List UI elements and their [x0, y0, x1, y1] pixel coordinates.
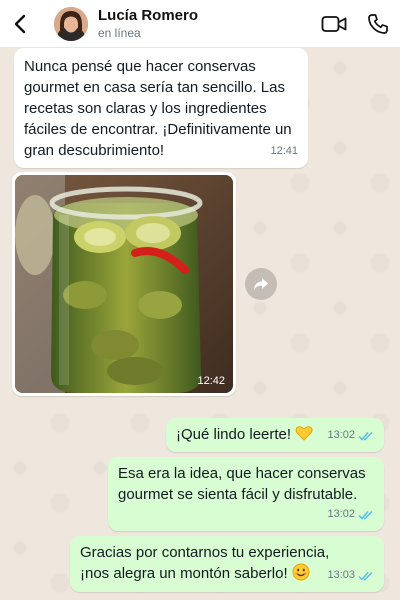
contact-name: Lucía Romero: [98, 6, 199, 24]
contact-status: en línea: [98, 25, 141, 40]
yellow-heart-emoji: [295, 426, 313, 441]
message-outgoing[interactable]: ¡Qué lindo leerte! 13:02: [166, 418, 384, 452]
video-call-button[interactable]: [312, 0, 356, 48]
message-incoming[interactable]: Nunca pensé que hacer conservas gourmet …: [14, 48, 308, 168]
message-text: ¡Qué lindo leerte!: [176, 426, 292, 443]
forward-button[interactable]: [245, 268, 277, 300]
forward-icon: [254, 278, 268, 290]
voice-call-button[interactable]: [356, 0, 400, 48]
message-meta: 13:03: [327, 565, 374, 586]
message-meta: 13:02: [327, 504, 374, 525]
read-ticks-icon: [358, 431, 373, 441]
message-text: Nunca pensé que hacer conservas gourmet …: [24, 58, 292, 159]
message-outgoing[interactable]: Gracias por contarnos tu experiencia, ¡n…: [70, 536, 384, 592]
message-image[interactable]: 12:42: [12, 172, 236, 396]
message-time: 13:02: [327, 508, 355, 520]
message-time: 12:41: [270, 145, 298, 157]
phone-icon: [368, 13, 388, 34]
read-ticks-icon: [358, 510, 373, 520]
read-ticks-icon: [358, 571, 373, 581]
smiling-face-emoji: [292, 563, 310, 581]
chevron-left-icon: [14, 14, 26, 33]
message-text-wrap: Gracias por contarnos tu experiencia, ¡n…: [80, 542, 340, 584]
avatar[interactable]: [54, 6, 88, 41]
contact-info[interactable]: Lucía Romero en línea: [98, 7, 312, 41]
message-time: 13:03: [327, 569, 355, 581]
video-camera-icon: [321, 15, 347, 32]
message-meta: 13:02: [327, 425, 374, 446]
chat-header: Lucía Romero en línea: [0, 0, 400, 48]
message-time: 12:42: [197, 375, 225, 387]
message-time: 13:02: [327, 429, 355, 441]
back-button[interactable]: [0, 0, 40, 48]
pickles-jar-photo[interactable]: 12:42: [15, 175, 233, 393]
message-outgoing[interactable]: Esa era la idea, que hacer conservas gou…: [108, 457, 384, 531]
message-text: Esa era la idea, que hacer conservas gou…: [118, 465, 366, 503]
